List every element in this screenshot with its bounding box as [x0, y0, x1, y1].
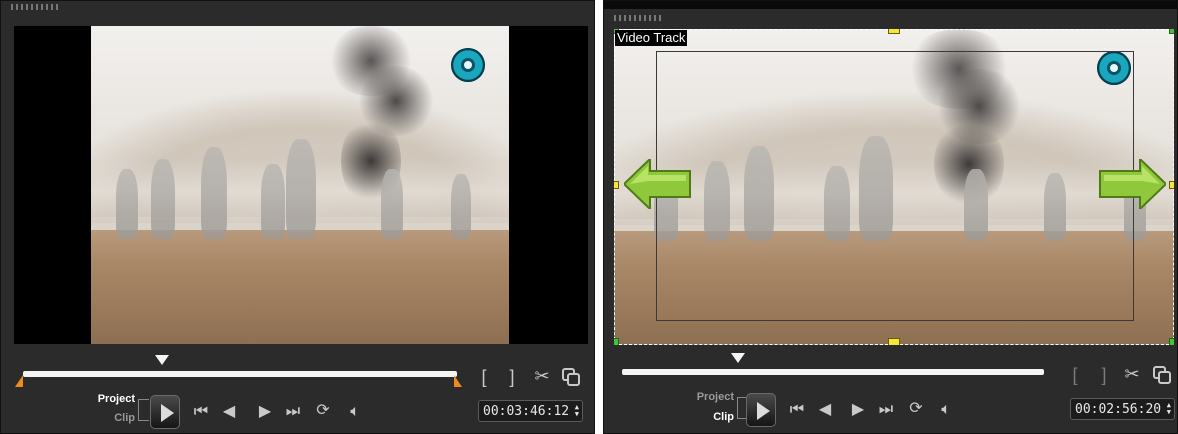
preview-panel-left: [ ] ✂ Project Clip ⏮ ◀︎ ▶︎ ⏭ ⟳ 🔈︎ 00:03:…: [0, 0, 595, 434]
go-to-end-icon[interactable]: ⏭: [283, 404, 303, 420]
mode-connector: [138, 399, 149, 421]
mark-out-button[interactable]: ]: [505, 368, 519, 386]
project-mode-label[interactable]: Project: [684, 391, 734, 403]
next-frame-icon[interactable]: ▶︎: [255, 404, 275, 420]
mark-in-button[interactable]: [: [1068, 366, 1082, 384]
scrubber-thumb[interactable]: [731, 353, 745, 363]
trim-start-marker[interactable]: [15, 375, 23, 387]
clip-mode-label[interactable]: Clip: [85, 412, 135, 424]
video-track-label: Video Track: [615, 30, 688, 46]
mark-out-button[interactable]: ]: [1097, 366, 1111, 384]
timecode-value: 00:02:56:20: [1075, 402, 1162, 417]
mode-connector: [737, 397, 746, 419]
enlarge-view-icon[interactable]: [1152, 366, 1172, 388]
timecode-spinner[interactable]: ▲ ▼: [575, 404, 579, 418]
previous-frame-icon[interactable]: ◀︎: [219, 404, 239, 420]
arrow-left-icon: [624, 159, 691, 209]
play-button[interactable]: [150, 395, 180, 429]
go-to-start-icon[interactable]: ⏮: [191, 404, 211, 420]
video-frame: [91, 26, 509, 344]
resize-handle-right[interactable]: [1169, 181, 1174, 189]
project-mode-label[interactable]: Project: [85, 393, 135, 405]
resize-handle-bottom-left[interactable]: [614, 338, 619, 345]
volume-icon[interactable]: 🔈︎: [936, 402, 956, 418]
resize-handle-top-right[interactable]: [1169, 29, 1174, 34]
preview-window: [14, 26, 588, 344]
play-button[interactable]: [746, 393, 776, 427]
repeat-icon[interactable]: ⟳: [906, 401, 926, 417]
scissors-icon[interactable]: ✂: [531, 367, 553, 385]
scrubber-track[interactable]: [23, 371, 457, 377]
panel-grip[interactable]: [614, 15, 664, 21]
scrubber-thumb[interactable]: [155, 355, 169, 365]
resize-handle-bottom-right[interactable]: [1169, 338, 1174, 345]
timecode-spinner[interactable]: ▲ ▼: [1167, 402, 1171, 416]
preview-panel-right: Video Track [ ] ✂ Project Clip ⏮ ◀︎ ▶︎ ⏭…: [603, 0, 1178, 434]
arrow-right-icon: [1099, 159, 1166, 209]
go-to-start-icon[interactable]: ⏮: [787, 402, 807, 418]
next-frame-icon[interactable]: ▶︎: [848, 402, 868, 418]
mark-in-button[interactable]: [: [477, 368, 491, 386]
timecode-value: 00:03:46:12: [483, 404, 570, 419]
clip-mode-label[interactable]: Clip: [684, 411, 734, 423]
repeat-icon[interactable]: ⟳: [313, 403, 333, 419]
resize-handle-left[interactable]: [614, 181, 619, 189]
resize-handle-top[interactable]: [888, 29, 900, 34]
preview-window: Video Track: [614, 29, 1174, 345]
timecode-display[interactable]: 00:02:56:20 ▲ ▼: [1070, 398, 1175, 420]
track-selection-box[interactable]: [614, 29, 1174, 345]
panel-grip[interactable]: [11, 4, 61, 10]
previous-frame-icon[interactable]: ◀︎: [815, 402, 835, 418]
resize-handle-bottom[interactable]: [888, 338, 900, 345]
go-to-end-icon[interactable]: ⏭: [876, 402, 896, 418]
volume-icon[interactable]: 🔈︎: [345, 404, 365, 420]
enlarge-view-icon[interactable]: [561, 368, 581, 390]
scissors-icon[interactable]: ✂: [1121, 365, 1143, 383]
scrubber-track[interactable]: [622, 369, 1044, 375]
panel-top-bar: [604, 1, 1177, 9]
watermark-logo: [451, 48, 485, 82]
timecode-display[interactable]: 00:03:46:12 ▲ ▼: [478, 400, 583, 422]
